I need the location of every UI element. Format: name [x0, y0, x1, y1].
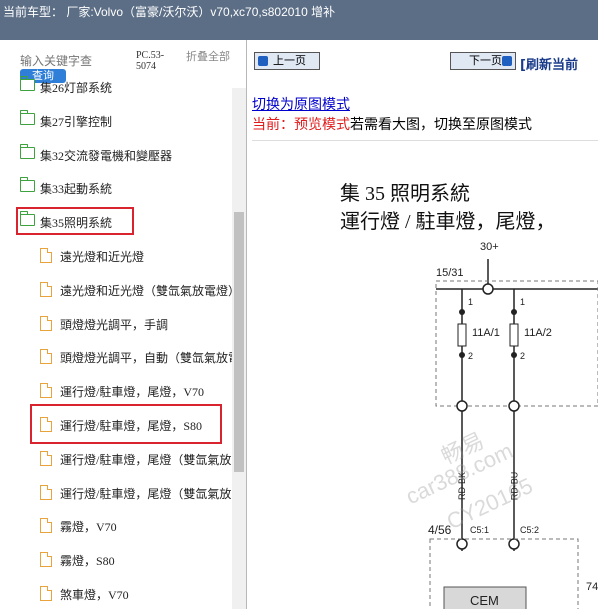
prev-arrow-icon [258, 56, 268, 66]
catalog-code: PC.53-5074 [136, 50, 165, 72]
fuse-label: 11A/1 [472, 327, 500, 339]
highlight-box [16, 207, 134, 236]
prev-page-button[interactable]: 上一页 [254, 52, 320, 70]
status-line: 当前：预览模式若需看大图，切换至原图模式 [252, 114, 532, 134]
tree-item-label: 運行燈/駐車燈，尾燈（雙氙氣放電燈） [60, 486, 247, 501]
document-icon [40, 484, 52, 500]
status-prefix: 当前：预览模式 [252, 117, 350, 133]
circuit-drawing [429, 259, 598, 609]
tree-item-label: 霧燈，V70 [60, 520, 117, 535]
folder-icon [20, 143, 35, 159]
tree-item-label: 頭燈燈光調平，手調 [60, 317, 169, 332]
search-input[interactable] [20, 53, 120, 69]
supply-label: 30+ [480, 241, 499, 253]
tree-item-label: 遠光燈和近光燈（雙氙氣放電燈） [60, 283, 241, 298]
document-icon [40, 552, 52, 568]
fuse-label: 11A/2 [524, 327, 552, 339]
document-icon [40, 281, 52, 297]
sidebar: 查询 PC.53-5074 折叠全部 集26灯部系统集27引擎控制集32交流發電… [0, 40, 247, 609]
tree-item-label: 集26灯部系统 [40, 81, 113, 95]
tree-item-label: 集33起動系統 [40, 182, 113, 197]
switch-mode-link[interactable]: 切换为原图模式 [252, 94, 350, 114]
tree-view: 集26灯部系统 集27引擎控制 集32交流發電機和變壓器 集33起動系統 集35照明系統… [0, 76, 246, 609]
folder-icon [20, 177, 35, 193]
tree-item-label: 運行燈/駐車燈，尾燈（雙氙氣放電燈） [60, 452, 247, 467]
document-icon [40, 248, 52, 263]
tree-item-label: 運行燈/駐車燈，尾燈，V70 [60, 385, 205, 400]
viewer: 上一页 下一页 [刷新当前 切换为原图模式 当前：预览模式若需看大图，切换至原图… [252, 40, 598, 609]
refresh-link[interactable]: [刷新当前 [520, 54, 578, 73]
connector-label: C5:1 [470, 525, 490, 535]
highlight-box [30, 404, 222, 444]
search-bar: 查询 PC.53-5074 折叠全部 [0, 40, 246, 88]
cem-label: CEM [470, 593, 499, 608]
side-label: 74 [586, 581, 598, 593]
tree-item-label: 集27引擎控制 [40, 114, 113, 129]
tree-item-label: 遠光燈和近光燈 [60, 250, 145, 264]
pin-label: 1 [520, 297, 526, 307]
next-arrow-icon [502, 56, 512, 66]
wiring-diagram: 集 35 照明系統 運行燈 / 駐車燈，尾燈， 30+ 15/31 1 1 11… [252, 140, 598, 609]
prev-label: 上一页 [273, 54, 306, 67]
module-label: 4/56 [428, 523, 452, 537]
document-icon [40, 315, 52, 331]
document-icon [40, 586, 52, 601]
connector-label: C5:2 [520, 525, 540, 535]
next-label: 下一页 [469, 54, 502, 67]
tree-item-label: 集32交流發電機和變壓器 [40, 148, 173, 163]
tree-item-label: 頭燈燈光調平，自動（雙氙氣放電燈） [60, 351, 247, 366]
tree-item-label: 霧燈，S80 [60, 554, 115, 569]
tree-item-label: 煞車燈，V70 [60, 588, 129, 602]
pin-label: 1 [468, 297, 474, 307]
document-icon [40, 349, 52, 365]
pin-label: 2 [468, 351, 474, 361]
document-icon [40, 450, 52, 466]
window-title: 当前车型： 厂家:Volvo（富豪/沃尔沃）v70,xc70,s802010 增… [0, 0, 598, 40]
sidebar-scrollbar[interactable] [232, 88, 246, 609]
document-icon [40, 518, 52, 534]
next-page-button[interactable]: 下一页 [450, 52, 516, 70]
document-icon [40, 383, 52, 399]
scrollbar-thumb[interactable] [234, 212, 244, 472]
status-rest: 若需看大图，切换至原图模式 [350, 117, 532, 133]
pin-label: 2 [520, 351, 526, 361]
node-label: 15/31 [436, 267, 464, 279]
folder-icon [20, 76, 35, 91]
folder-icon [20, 109, 35, 125]
collapse-all-button[interactable]: 折叠全部 [186, 50, 230, 63]
